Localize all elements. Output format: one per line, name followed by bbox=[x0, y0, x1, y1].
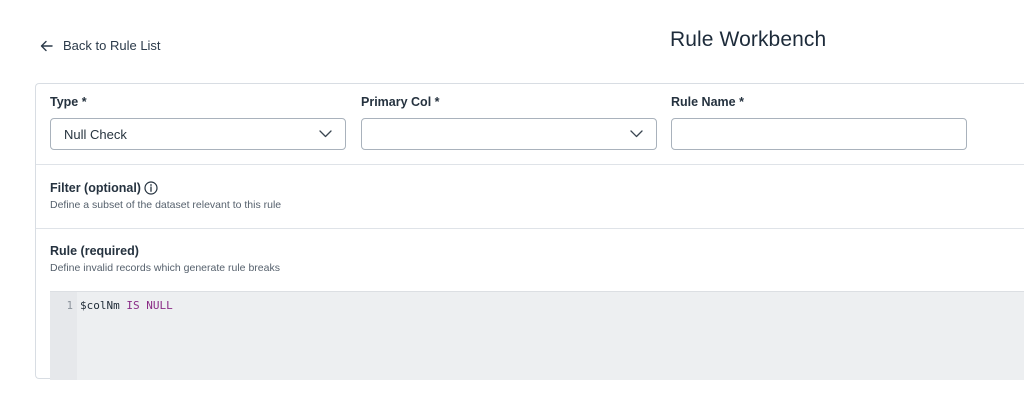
filter-description: Define a subset of the dataset relevant … bbox=[50, 199, 282, 211]
code-identifier: $colNm bbox=[80, 299, 120, 312]
line-number: 1 bbox=[66, 300, 73, 312]
line-number-gutter: 1 bbox=[50, 292, 77, 380]
code-line[interactable]: $colNm IS NULL bbox=[77, 292, 173, 380]
type-select-value: Null Check bbox=[64, 126, 127, 142]
back-to-rule-list-link[interactable]: Back to Rule List bbox=[40, 38, 161, 53]
rule-name-label: Rule Name * bbox=[671, 95, 744, 109]
rule-description: Define invalid records which generate ru… bbox=[50, 262, 280, 274]
rule-code-editor[interactable]: 1 $colNm IS NULL bbox=[50, 291, 1024, 380]
type-select[interactable]: Null Check bbox=[50, 118, 346, 150]
required-mark: * bbox=[81, 95, 87, 109]
divider bbox=[36, 228, 1024, 229]
required-mark: * bbox=[434, 95, 440, 109]
back-link-label: Back to Rule List bbox=[63, 38, 161, 53]
filter-section[interactable]: Filter (optional) Define a subset of the… bbox=[50, 181, 281, 211]
primary-col-label: Primary Col * bbox=[361, 95, 440, 109]
chevron-down-icon bbox=[319, 130, 332, 138]
type-field: Type * Null Check bbox=[50, 95, 346, 150]
rule-name-field: Rule Name * bbox=[671, 95, 967, 150]
arrow-left-icon bbox=[40, 40, 53, 51]
rule-section: Rule (required) Define invalid records w… bbox=[50, 244, 280, 274]
divider bbox=[36, 164, 1024, 165]
code-keyword: IS NULL bbox=[126, 299, 173, 312]
filter-title: Filter (optional) bbox=[50, 181, 281, 195]
rule-form-card: Type * Null Check Primary Col * Rule Nam… bbox=[35, 83, 1024, 380]
rule-title: Rule (required) bbox=[50, 244, 139, 258]
rule-name-input[interactable] bbox=[671, 118, 967, 150]
chevron-down-icon bbox=[630, 130, 643, 138]
primary-col-select[interactable] bbox=[361, 118, 657, 150]
info-circle-icon[interactable] bbox=[144, 181, 158, 195]
primary-col-field: Primary Col * bbox=[361, 95, 657, 150]
type-label: Type * bbox=[50, 95, 87, 109]
page-title: Rule Workbench bbox=[670, 28, 827, 51]
required-mark: * bbox=[739, 95, 744, 109]
